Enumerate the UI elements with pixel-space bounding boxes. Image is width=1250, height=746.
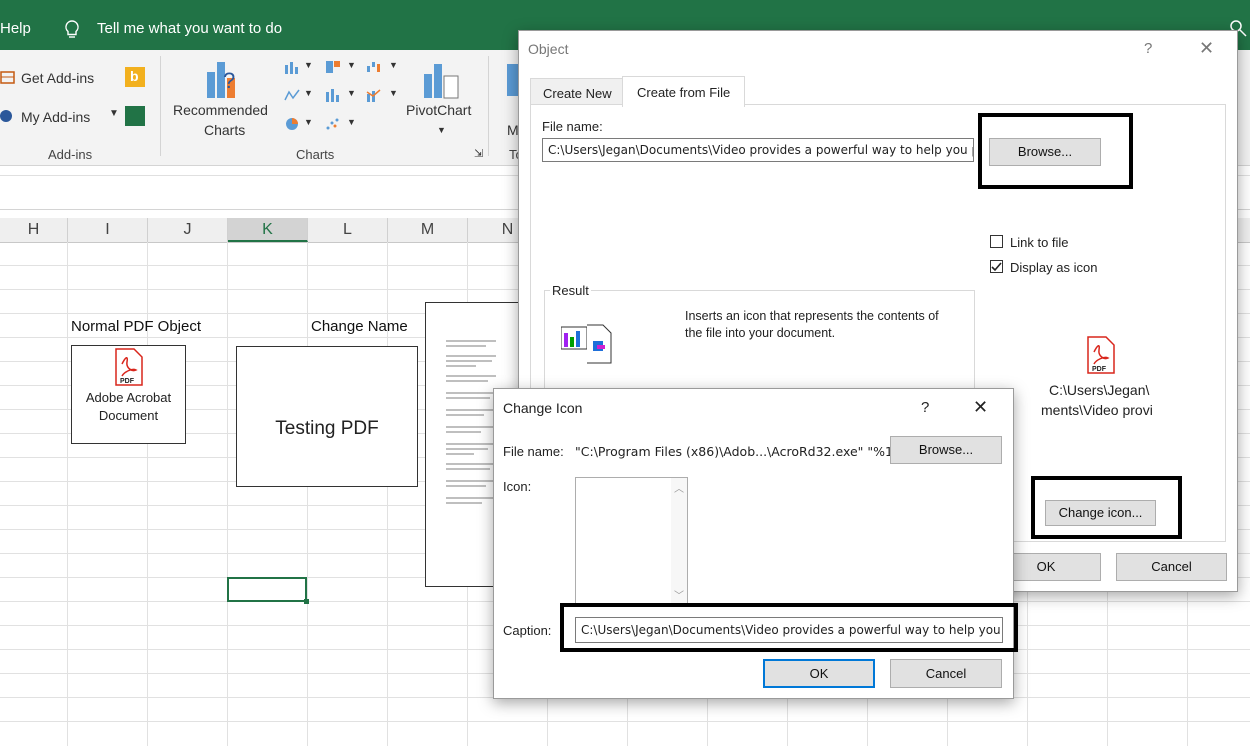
column-header-i[interactable]: I <box>68 218 148 242</box>
help-button[interactable]: ? <box>1144 40 1152 57</box>
svg-text:PDF: PDF <box>120 378 135 385</box>
close-icon[interactable]: ✕ <box>973 397 988 418</box>
display-as-icon-label: Display as icon <box>1010 260 1098 275</box>
file-name-value: "C:\Program Files (x86)\Adob...\AcroRd32… <box>575 444 899 459</box>
help-tab[interactable]: Help <box>0 20 31 37</box>
recommended-charts-line2[interactable]: Charts <box>204 122 245 138</box>
result-text-line2: the file into your document. <box>685 326 836 340</box>
object-icon-illustration <box>561 324 612 364</box>
my-addins-button[interactable]: My Add-ins <box>21 109 90 125</box>
statistic-chart-icon[interactable] <box>325 88 341 102</box>
tab-create-from-file[interactable]: Create from File <box>622 76 745 107</box>
icon-caption-line2: ments\Video provi <box>1041 402 1153 418</box>
change-icon-dialog: Change Icon ? ✕ File name: "C:\Program F… <box>493 388 1018 699</box>
adobe-acrobat-line2: Document <box>98 408 159 423</box>
column-header-m[interactable]: M <box>388 218 468 242</box>
browse-button[interactable]: Browse... <box>890 436 1002 464</box>
cancel-button[interactable]: Cancel <box>1116 553 1227 581</box>
recommended-charts-line1[interactable]: Recommended <box>173 102 268 118</box>
checkmark-icon <box>991 262 1002 272</box>
column-header-h[interactable]: H <box>0 218 68 242</box>
svg-text:PDF: PDF <box>1092 366 1107 373</box>
caption-label: Caption: <box>503 623 552 638</box>
pivotchart-button[interactable]: PivotChart <box>406 102 471 118</box>
highlight-box <box>1031 476 1182 539</box>
result-label: Result <box>550 283 591 298</box>
tab-create-from-file-label: Create from File <box>637 85 731 100</box>
recommended-charts-icon: ? <box>207 62 235 98</box>
pivotchart-icon <box>424 64 459 99</box>
addins-group-label: Add-ins <box>48 147 93 162</box>
close-icon[interactable]: ✕ <box>1199 38 1214 59</box>
bing-icon[interactable]: b <box>125 67 145 87</box>
embedded-pdf-object[interactable]: PDF Adobe Acrobat Document <box>71 345 186 444</box>
chevron-down-icon[interactable]: ▼ <box>304 117 313 127</box>
svg-text:?: ? <box>223 68 235 93</box>
group-separator <box>160 56 161 156</box>
adobe-acrobat-line1: Adobe Acrobat <box>85 390 172 405</box>
chevron-down-icon[interactable]: ▼ <box>347 60 356 70</box>
waterfall-chart-icon[interactable] <box>366 60 382 74</box>
tell-me-search[interactable]: Tell me what you want to do <box>97 20 282 37</box>
pie-chart-icon[interactable] <box>284 117 300 131</box>
partial-button-label[interactable]: M <box>507 122 519 138</box>
link-to-file-label: Link to file <box>1010 235 1069 250</box>
chevron-down-icon[interactable]: ▼ <box>389 88 398 98</box>
file-name-label: File name: <box>542 119 603 134</box>
charts-group-label: Charts <box>296 147 335 162</box>
store-icon <box>0 71 15 84</box>
icon-caption-line1: C:\Users\Jegan\ <box>1049 382 1150 398</box>
scroll-down-icon[interactable]: ﹀ <box>674 587 684 602</box>
chevron-down-icon[interactable]: ▼ <box>347 88 356 98</box>
change-icon-dialog-title: Change Icon <box>503 400 583 416</box>
dropdown-arrow-icon[interactable]: ▼ <box>109 108 119 119</box>
column-header-l[interactable]: L <box>308 218 388 242</box>
tab-create-new-label: Create New <box>543 86 612 101</box>
column-header-j[interactable]: J <box>148 218 228 242</box>
display-as-icon-checkbox[interactable] <box>990 260 1003 273</box>
column-chart-icon[interactable] <box>284 60 300 74</box>
change-name-label: Change Name <box>311 318 408 335</box>
combo-chart-icon[interactable] <box>366 88 382 102</box>
fill-handle[interactable] <box>304 599 309 604</box>
file-name-label: File name: <box>503 444 564 459</box>
result-text-line1: Inserts an icon that represents the cont… <box>685 309 939 323</box>
people-graph-icon[interactable] <box>125 106 145 126</box>
highlight-box <box>978 113 1133 189</box>
file-name-input[interactable]: C:\Users\Jegan\Documents\Video provides … <box>542 138 974 162</box>
lightbulb-icon <box>65 20 79 38</box>
icon-label: Icon: <box>503 479 532 494</box>
scatter-chart-icon[interactable] <box>325 117 341 131</box>
chevron-down-icon[interactable]: ▼ <box>304 60 313 70</box>
ok-button[interactable]: OK <box>763 659 875 688</box>
get-addins-button[interactable]: Get Add-ins <box>21 70 94 86</box>
icon-list[interactable]: ︿ ﹀ <box>575 477 688 605</box>
chevron-down-icon[interactable]: ▼ <box>437 125 446 135</box>
hierarchy-chart-icon[interactable] <box>325 60 341 74</box>
pdf-icon: PDF <box>1087 336 1115 374</box>
normal-pdf-object-label: Normal PDF Object <box>71 318 202 335</box>
group-separator <box>488 56 489 156</box>
dialog-launcher-icon[interactable]: ⇲ <box>474 147 483 160</box>
scrollbar[interactable]: ︿ ﹀ <box>671 478 687 604</box>
highlight-box <box>560 603 1018 652</box>
object-dialog-title: Object <box>528 41 569 57</box>
chevron-down-icon[interactable]: ▼ <box>389 60 398 70</box>
testing-pdf-label: Testing PDF <box>275 418 379 439</box>
chevron-down-icon[interactable]: ▼ <box>347 117 356 127</box>
chevron-down-icon[interactable]: ▼ <box>304 88 313 98</box>
link-to-file-checkbox[interactable] <box>990 235 1003 248</box>
selected-cell[interactable] <box>227 577 307 602</box>
tab-create-new[interactable]: Create New <box>530 78 625 105</box>
help-button[interactable]: ? <box>921 399 929 416</box>
column-header-k[interactable]: K <box>228 218 308 242</box>
pdf-icon: PDF <box>115 348 143 386</box>
line-chart-icon[interactable] <box>284 88 300 102</box>
my-addins-icon <box>0 110 12 122</box>
scroll-up-icon[interactable]: ︿ <box>674 480 684 495</box>
cancel-button[interactable]: Cancel <box>890 659 1002 688</box>
renamed-pdf-object[interactable]: Testing PDF <box>236 346 418 487</box>
